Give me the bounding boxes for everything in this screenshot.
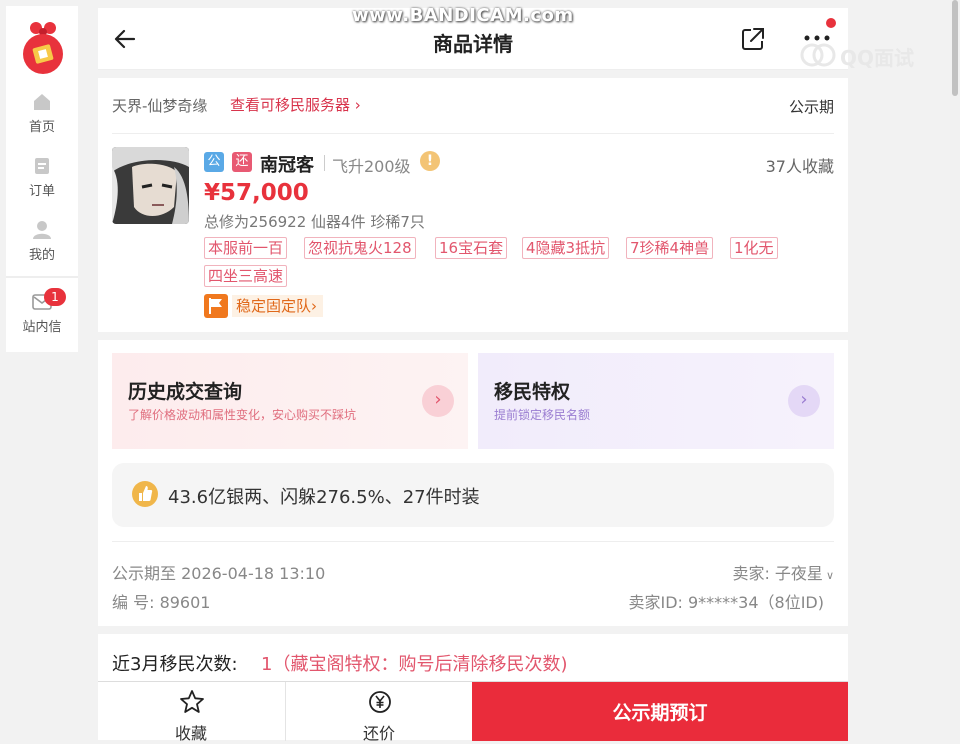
- promo-title: 移民特权: [494, 381, 571, 403]
- promo-subtitle: 提前锁定移民名额: [494, 408, 591, 422]
- feature-chip: 四坐三高速: [204, 265, 288, 287]
- sidebar-item-label: 订单: [28, 184, 55, 199]
- product-summary-card: 天界-仙梦奇缘 查看可移民服务器 › 公示期 公 还 南冠客 飞升200级 ! …: [98, 78, 848, 332]
- sidebar-item-label: 我的: [28, 248, 55, 263]
- star-icon: [180, 690, 204, 713]
- sidebar-item-mine[interactable]: 我的: [6, 220, 78, 263]
- user-icon: [33, 221, 51, 239]
- feature-chip: 1化无: [730, 237, 778, 259]
- app-logo-icon[interactable]: [20, 20, 66, 76]
- migration-count-label: 近3月移民次数:: [112, 654, 238, 675]
- feature-chip: 16宝石套: [435, 237, 508, 259]
- service-card: 历史成交查询 了解价格波动和属性变化，安心购买不踩坑 › 移民特权 提前锁定移民…: [98, 340, 848, 626]
- bargain-tag: 还: [232, 152, 252, 172]
- role-level: 飞升200级: [332, 157, 411, 176]
- bottom-action-bar: 收藏 还价 公示期预订: [98, 681, 848, 743]
- character-avatar[interactable]: [112, 147, 189, 224]
- divider: [324, 155, 325, 171]
- favorite-count: 37人收藏: [765, 157, 834, 176]
- feature-chip: 本服前一百: [204, 237, 288, 259]
- scrollbar-thumb[interactable]: [952, 0, 958, 96]
- warning-icon[interactable]: !: [420, 151, 440, 171]
- divider: [112, 133, 834, 134]
- phase-status: 公示期: [788, 98, 834, 116]
- stable-team-label: 稳定固定队›: [232, 295, 323, 317]
- reserve-button[interactable]: 公示期预订: [472, 682, 848, 741]
- migratable-servers-link[interactable]: 查看可移民服务器 ›: [230, 94, 361, 115]
- seller-id: 卖家ID: 9*****34（8位ID): [628, 593, 824, 612]
- chevron-down-icon: ∨: [825, 569, 834, 582]
- page-scrollbar[interactable]: [950, 0, 960, 740]
- migration-count-value: 1（藏宝阁特权：购号后清除移民次数): [261, 654, 568, 675]
- price: ¥57,000: [204, 180, 309, 206]
- sidebar-item-home[interactable]: 首页: [6, 92, 78, 135]
- serial-number: 编 号: 89601: [112, 593, 211, 612]
- favorite-label: 收藏: [174, 724, 207, 743]
- promo-subtitle: 了解价格波动和属性变化，安心购买不踩坑: [128, 408, 357, 422]
- notification-dot: [826, 18, 836, 28]
- sidebar-item-label: 首页: [28, 120, 55, 135]
- sidebar-item-orders[interactable]: 订单: [6, 156, 78, 199]
- migration-privilege-panel[interactable]: 移民特权 提前锁定移民名额 ›: [478, 353, 834, 449]
- seller-name[interactable]: 卖家: 子夜星 ∨: [732, 560, 834, 584]
- make-offer-button[interactable]: 还价: [285, 682, 471, 743]
- promo-title: 历史成交查询: [128, 381, 243, 403]
- sidebar-item-label: 站内信: [22, 320, 62, 335]
- role-name: 南冠客: [260, 155, 314, 176]
- favorite-button[interactable]: 收藏: [98, 682, 284, 743]
- history-deals-panel[interactable]: 历史成交查询 了解价格波动和属性变化，安心购买不踩坑 ›: [112, 353, 468, 449]
- left-sidebar: 首页 订单 我的 1 站内信: [6, 6, 78, 352]
- flag-icon: [204, 294, 228, 318]
- share-icon[interactable]: [740, 26, 766, 52]
- bandicam-watermark: www.BANDICAM.com: [352, 5, 574, 26]
- order-icon: [35, 158, 49, 174]
- page-title: 商品详情: [433, 32, 513, 56]
- highlight-box: 43.6亿银两、闪躲276.5%、27件时装: [112, 463, 834, 527]
- offer-label: 还价: [362, 724, 395, 743]
- sidebar-divider: [6, 276, 78, 278]
- sidebar-item-inbox[interactable]: 1 站内信: [6, 288, 78, 335]
- seller-label: 卖家: 子夜星: [732, 564, 823, 583]
- role-stats: 总修为256922 仙器4件 珍稀7只: [204, 213, 425, 231]
- qq-watermark: QQ面试: [800, 40, 930, 70]
- yen-coin-icon: [369, 691, 391, 713]
- server-name: 天界-仙梦奇缘: [112, 97, 208, 115]
- feature-chip: 7珍稀4神兽: [626, 237, 714, 259]
- public-tag: 公: [204, 152, 224, 172]
- publicity-end-date: 公示期至 2026-04-18 13:10: [112, 564, 326, 583]
- thumbs-up-icon: [132, 481, 158, 507]
- unread-badge: 1: [44, 288, 66, 306]
- chevron-right-icon[interactable]: ›: [422, 385, 454, 417]
- qq-watermark-text: QQ面试: [840, 46, 915, 70]
- highlight-text: 43.6亿银两、闪躲276.5%、27件时装: [168, 487, 480, 508]
- home-icon: [34, 94, 50, 110]
- divider: [112, 541, 834, 542]
- feature-chip: 4隐藏3抵抗: [522, 237, 610, 259]
- feature-chip: 忽视抗鬼火128: [304, 237, 416, 259]
- chevron-right-icon[interactable]: ›: [788, 385, 820, 417]
- watermark-logo-icon: [800, 43, 836, 67]
